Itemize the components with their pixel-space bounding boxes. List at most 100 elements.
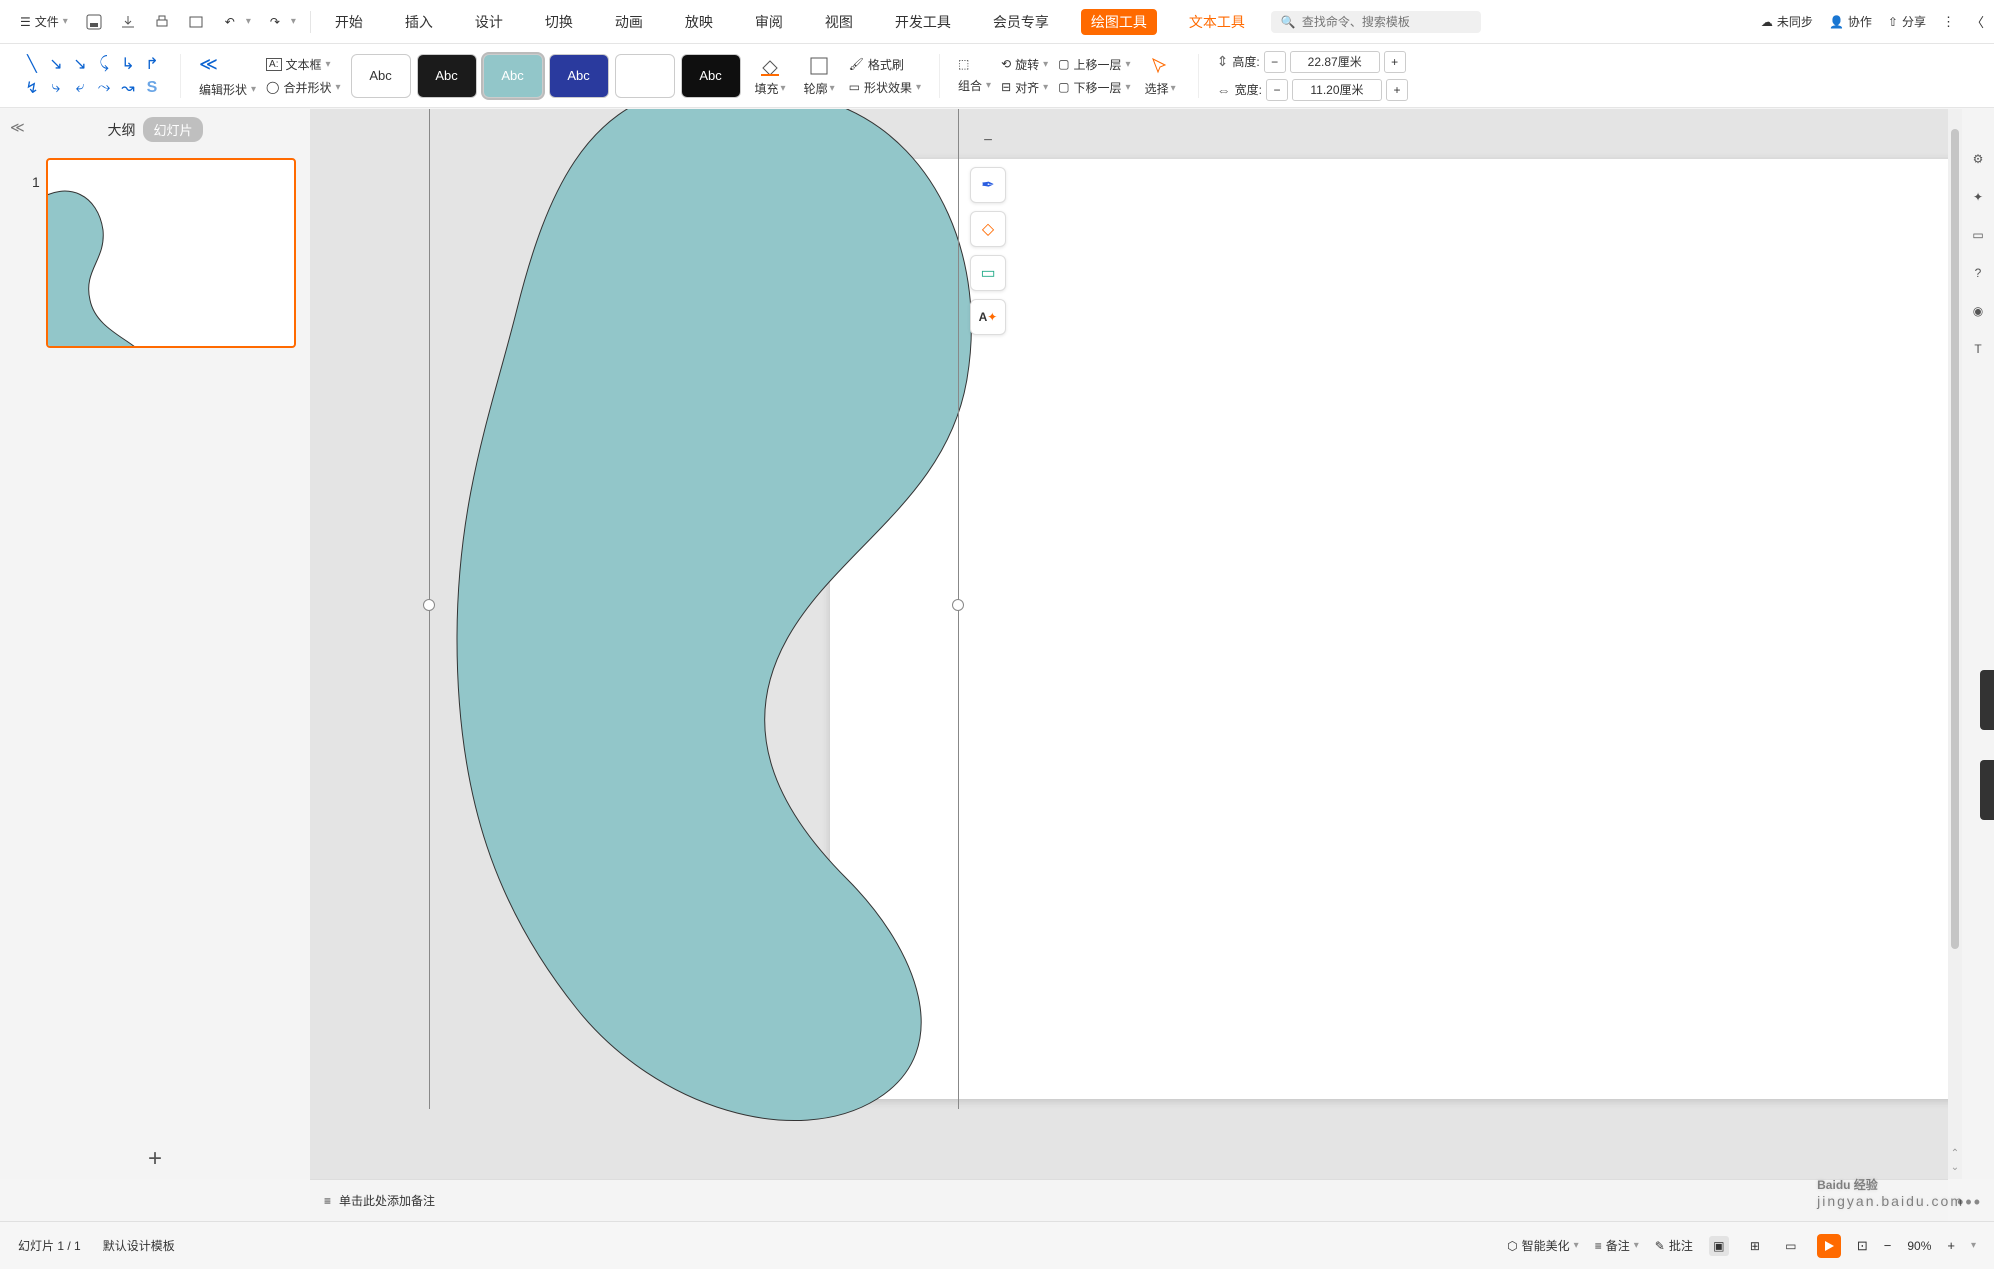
more-icon[interactable]: ⋮: [1942, 14, 1955, 30]
outline-tab[interactable]: 大纲: [107, 120, 135, 140]
width-icon: ⇔: [1217, 82, 1231, 98]
bring-forward-button: ▢上移一层▾: [1058, 56, 1130, 73]
width-dec[interactable]: −: [1266, 79, 1288, 101]
slide-count: 幻灯片 1 / 1: [18, 1237, 81, 1254]
group-label[interactable]: 组合▾: [958, 77, 991, 94]
cursor-icon: [1146, 54, 1174, 78]
search-box[interactable]: 🔍: [1271, 11, 1481, 33]
height-input[interactable]: [1290, 51, 1380, 73]
notes-button[interactable]: ≡备注▾: [1595, 1237, 1639, 1254]
cloud-icon: ☁: [1761, 15, 1773, 29]
tab-review[interactable]: 审阅: [745, 8, 793, 36]
tab-text-tools[interactable]: 文本工具: [1179, 8, 1255, 36]
outline-tool-icon[interactable]: ▭: [970, 255, 1006, 291]
redo-icon[interactable]: ↷: [265, 12, 285, 32]
notes-placeholder[interactable]: 单击此处添加备注: [339, 1192, 435, 1209]
more-dots-icon[interactable]: •••: [1957, 1192, 1982, 1213]
bucket-icon: [756, 54, 784, 78]
preset-2[interactable]: Abc: [417, 54, 477, 98]
tab-start[interactable]: 开始: [325, 8, 373, 36]
preset-6[interactable]: Abc: [681, 54, 741, 98]
preset-5[interactable]: Abc: [615, 54, 675, 98]
width-input[interactable]: [1292, 79, 1382, 101]
textbox-button[interactable]: A:文本框▾: [266, 56, 331, 73]
beautify-button[interactable]: ⬡智能美化▾: [1507, 1237, 1579, 1254]
preview-icon[interactable]: [186, 12, 206, 32]
fit-button[interactable]: ⊡: [1857, 1238, 1868, 1254]
tab-devtools[interactable]: 开发工具: [885, 8, 961, 36]
fill-tool-icon[interactable]: ◇: [970, 211, 1006, 247]
collapse-ribbon-icon[interactable]: 〈: [1971, 12, 1984, 31]
tab-design[interactable]: 设计: [465, 8, 513, 36]
vertical-scrollbar[interactable]: ⌃ ⌄: [1948, 109, 1962, 1179]
export-icon[interactable]: [118, 12, 138, 32]
help-icon[interactable]: ?: [1968, 263, 1988, 283]
zoom-out-button[interactable]: −: [970, 123, 1006, 159]
height-inc[interactable]: +: [1384, 51, 1406, 73]
share-icon: ⇧: [1888, 15, 1898, 29]
format-painter-button[interactable]: 🖌格式刷: [849, 56, 904, 73]
selection-handle-left[interactable]: [423, 599, 435, 611]
fill-button[interactable]: 填充▾: [751, 54, 790, 97]
preset-3-selected[interactable]: Abc: [483, 54, 543, 98]
text-icon[interactable]: T: [1968, 339, 1988, 359]
right-tool-rail: ⚙ ✦ ▭ ? ◉ T: [1962, 109, 1994, 1179]
slide-thumbnail[interactable]: [46, 158, 296, 348]
zoom-menu[interactable]: ▾: [1971, 1240, 1976, 1251]
file-menu[interactable]: ☰文件▾: [10, 9, 78, 34]
sorter-view-icon[interactable]: ⊞: [1745, 1236, 1765, 1256]
outline-button[interactable]: 轮廓▾: [800, 54, 839, 97]
selection-handle-right[interactable]: [952, 599, 964, 611]
print-icon[interactable]: [152, 12, 172, 32]
width-inc[interactable]: +: [1386, 79, 1408, 101]
notes-bar[interactable]: ≡ 单击此处添加备注: [310, 1179, 1948, 1221]
canvas[interactable]: − ✒ ◇ ▭ A✦: [310, 109, 1962, 1179]
align-button[interactable]: ⊟对齐▾: [1001, 79, 1048, 96]
tab-slideshow[interactable]: 放映: [675, 8, 723, 36]
edit-shape-label[interactable]: 编辑形状▾: [199, 81, 256, 98]
tab-transition[interactable]: 切换: [535, 8, 583, 36]
preset-1[interactable]: Abc: [351, 54, 411, 98]
zoom-out-status[interactable]: −: [1884, 1238, 1892, 1253]
tab-member[interactable]: 会员专享: [983, 8, 1059, 36]
collapse-panel-icon[interactable]: ≪: [10, 119, 25, 136]
save-icon[interactable]: [84, 12, 104, 32]
preset-4[interactable]: Abc: [549, 54, 609, 98]
normal-view-icon[interactable]: ▣: [1709, 1236, 1729, 1256]
zoom-in-status[interactable]: +: [1947, 1238, 1955, 1253]
tab-insert[interactable]: 插入: [395, 8, 443, 36]
tab-view[interactable]: 视图: [815, 8, 863, 36]
chevron-icon: ≪: [199, 54, 218, 75]
height-dec[interactable]: −: [1264, 51, 1286, 73]
sparkle-icon[interactable]: ✦: [1968, 187, 1988, 207]
text-effect-icon[interactable]: A✦: [970, 299, 1006, 335]
pin-icon[interactable]: ◉: [1968, 301, 1988, 321]
share-button[interactable]: ⇧分享: [1888, 13, 1926, 30]
sliders-icon[interactable]: ⚙: [1968, 149, 1988, 169]
side-tab-1[interactable]: [1980, 670, 1994, 730]
comments-button[interactable]: ✎批注: [1655, 1237, 1693, 1254]
rotate-button[interactable]: ⟲旋转▾: [1001, 56, 1048, 73]
zoom-level[interactable]: 90%: [1907, 1239, 1931, 1253]
add-slide-button[interactable]: +: [148, 1145, 162, 1173]
side-tab-2[interactable]: [1980, 760, 1994, 820]
sync-button[interactable]: ☁未同步: [1761, 13, 1813, 30]
slideshow-button[interactable]: [1817, 1234, 1841, 1258]
tab-drawing-tools[interactable]: 绘图工具: [1081, 9, 1157, 35]
shape-effects-button[interactable]: ▭形状效果▾: [849, 79, 921, 96]
present-icon[interactable]: ▭: [1968, 225, 1988, 245]
select-button[interactable]: 选择▾: [1141, 54, 1180, 97]
reading-view-icon[interactable]: ▭: [1781, 1236, 1801, 1256]
slides-tab[interactable]: 幻灯片: [143, 117, 202, 142]
search-input[interactable]: [1302, 15, 1471, 29]
collab-button[interactable]: 👤协作: [1829, 13, 1872, 30]
undo-icon[interactable]: ↶: [220, 12, 240, 32]
merge-shape-button: ◯合并形状▾: [266, 79, 340, 96]
edit-shape-button[interactable]: ≪: [199, 54, 218, 75]
pen-tool-icon[interactable]: ✒: [970, 167, 1006, 203]
ribbon: ╲↘↘⤹↳↱ ↯⤷⤶⤳↝S ≪ 编辑形状▾ A:文本框▾ ◯合并形状▾ Abc …: [0, 44, 1994, 108]
template-name: 默认设计模板: [103, 1237, 175, 1254]
line-gallery[interactable]: ╲↘↘⤹↳↱ ↯⤷⤶⤳↝S: [22, 54, 162, 98]
group-button[interactable]: ⬚: [958, 57, 969, 71]
tab-animation[interactable]: 动画: [605, 8, 653, 36]
